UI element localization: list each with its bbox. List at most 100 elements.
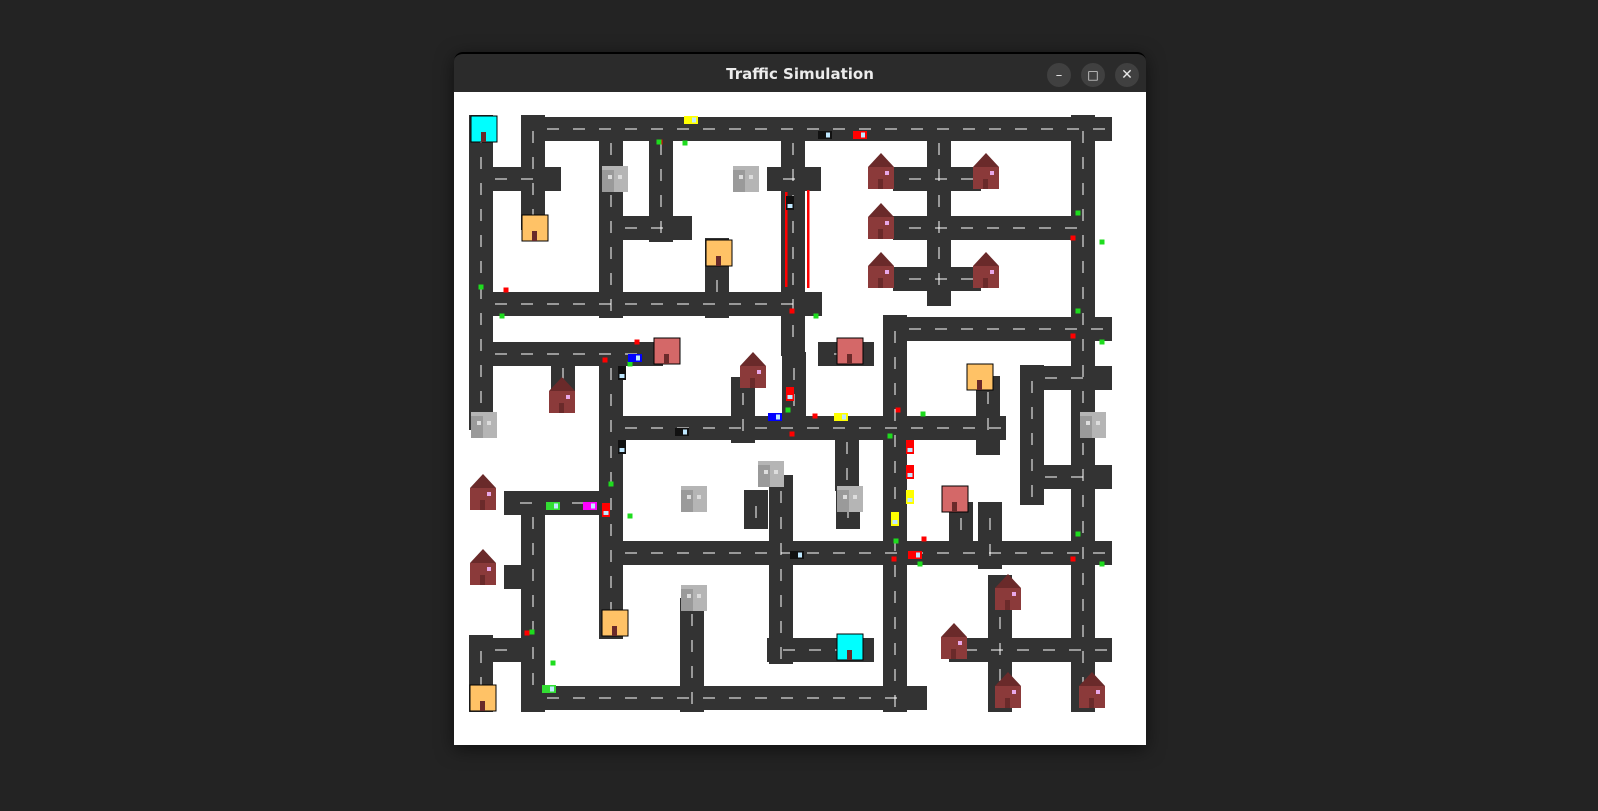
traffic-signal-red: [503, 287, 509, 293]
traffic-signal-green: [893, 538, 899, 544]
traffic-signal-green: [813, 313, 819, 319]
title-bar[interactable]: Traffic Simulation – □ ✕: [454, 52, 1146, 94]
shop-door: [612, 626, 617, 636]
house-door: [1089, 698, 1094, 708]
traffic-signal-green: [529, 629, 535, 635]
house-door: [480, 575, 485, 585]
warehouse-wall: [733, 170, 745, 192]
house-door: [1005, 600, 1010, 610]
road-vertical: [978, 502, 1002, 569]
road-barrier: [807, 190, 810, 288]
traffic-signal-green: [1099, 339, 1105, 345]
house-door: [480, 500, 485, 510]
traffic-signal-red: [1070, 235, 1076, 241]
house-door: [559, 403, 564, 413]
house-door: [1005, 698, 1010, 708]
house-window: [990, 270, 994, 274]
house-window: [1012, 690, 1016, 694]
house-door: [983, 278, 988, 288]
traffic-signal-red: [634, 339, 640, 345]
warehouse-wall: [471, 416, 483, 438]
traffic-signal-green: [920, 411, 926, 417]
warehouse-window: [774, 470, 778, 474]
house-roof: [868, 203, 894, 217]
vehicle-windshield: [842, 414, 846, 420]
traffic-signal-green: [917, 561, 923, 567]
house-window: [757, 370, 761, 374]
traffic-signal-green: [1099, 561, 1105, 567]
warehouse-wall: [1080, 416, 1092, 438]
traffic-signal-green: [608, 481, 614, 487]
depot-door: [847, 650, 852, 660]
warehouse-window: [1096, 421, 1100, 425]
app-window: Traffic Simulation – □ ✕: [454, 52, 1146, 745]
house-window: [885, 270, 889, 274]
house-roof: [941, 623, 967, 637]
warehouse-window: [1086, 421, 1090, 425]
house-door: [878, 278, 883, 288]
traffic-signal-green: [656, 139, 662, 145]
window-title: Traffic Simulation: [726, 65, 874, 83]
city-map[interactable]: [454, 92, 1146, 745]
house-roof: [740, 352, 766, 366]
vehicle-windshield: [787, 395, 793, 399]
warehouse-window: [764, 470, 768, 474]
traffic-signal-red: [921, 536, 927, 542]
house-window: [885, 221, 889, 225]
warehouse-wall: [681, 490, 693, 512]
traffic-signal-green: [627, 361, 633, 367]
traffic-signal-green: [785, 407, 791, 413]
shop-door: [716, 256, 721, 266]
close-button[interactable]: ✕: [1115, 63, 1139, 87]
traffic-signal-green: [682, 140, 688, 146]
warehouse-window: [697, 495, 701, 499]
vehicle-windshield: [798, 552, 802, 558]
vehicle-windshield: [591, 503, 595, 509]
road-vertical: [835, 426, 859, 491]
traffic-signal-green: [1099, 239, 1105, 245]
warehouse-window: [687, 495, 691, 499]
warehouse-window: [843, 495, 847, 499]
vehicle-windshield: [550, 686, 554, 692]
traffic-signal-green: [499, 313, 505, 319]
depot-door: [481, 132, 486, 142]
house-door: [750, 378, 755, 388]
house-roof: [470, 474, 496, 488]
traffic-signal-red: [812, 413, 818, 419]
traffic-signal-green: [1075, 308, 1081, 314]
road-vertical: [781, 127, 805, 356]
house-window: [1012, 592, 1016, 596]
vehicle-windshield: [892, 520, 898, 524]
warehouse-window: [853, 495, 857, 499]
vehicle-windshield: [907, 498, 913, 502]
house-door: [983, 179, 988, 189]
minimize-button[interactable]: –: [1047, 63, 1071, 87]
vehicle-windshield: [907, 448, 913, 452]
warehouse-wall: [758, 465, 770, 487]
traffic-signal-red: [891, 556, 897, 562]
house-door: [951, 649, 956, 659]
traffic-signal-green: [478, 284, 484, 290]
house-roof: [868, 252, 894, 266]
traffic-signal-red: [1070, 333, 1076, 339]
house-window: [487, 567, 491, 571]
house-roof: [973, 252, 999, 266]
traffic-signal-red: [524, 630, 530, 636]
vehicle-windshield: [916, 552, 920, 558]
maximize-button[interactable]: □: [1081, 63, 1105, 87]
simulation-canvas[interactable]: [454, 92, 1146, 745]
house-door: [878, 229, 883, 239]
house-roof: [973, 153, 999, 167]
house-window: [566, 395, 570, 399]
vehicle-windshield: [907, 473, 913, 477]
office-door: [664, 354, 669, 364]
house-window: [487, 492, 491, 496]
shop-door: [480, 701, 485, 711]
traffic-signal-green: [627, 513, 633, 519]
warehouse-wall: [837, 490, 849, 512]
traffic-signal-red: [895, 407, 901, 413]
warehouse-window: [739, 175, 743, 179]
warehouse-window: [749, 175, 753, 179]
house-window: [1096, 690, 1100, 694]
shop-door: [977, 380, 982, 390]
